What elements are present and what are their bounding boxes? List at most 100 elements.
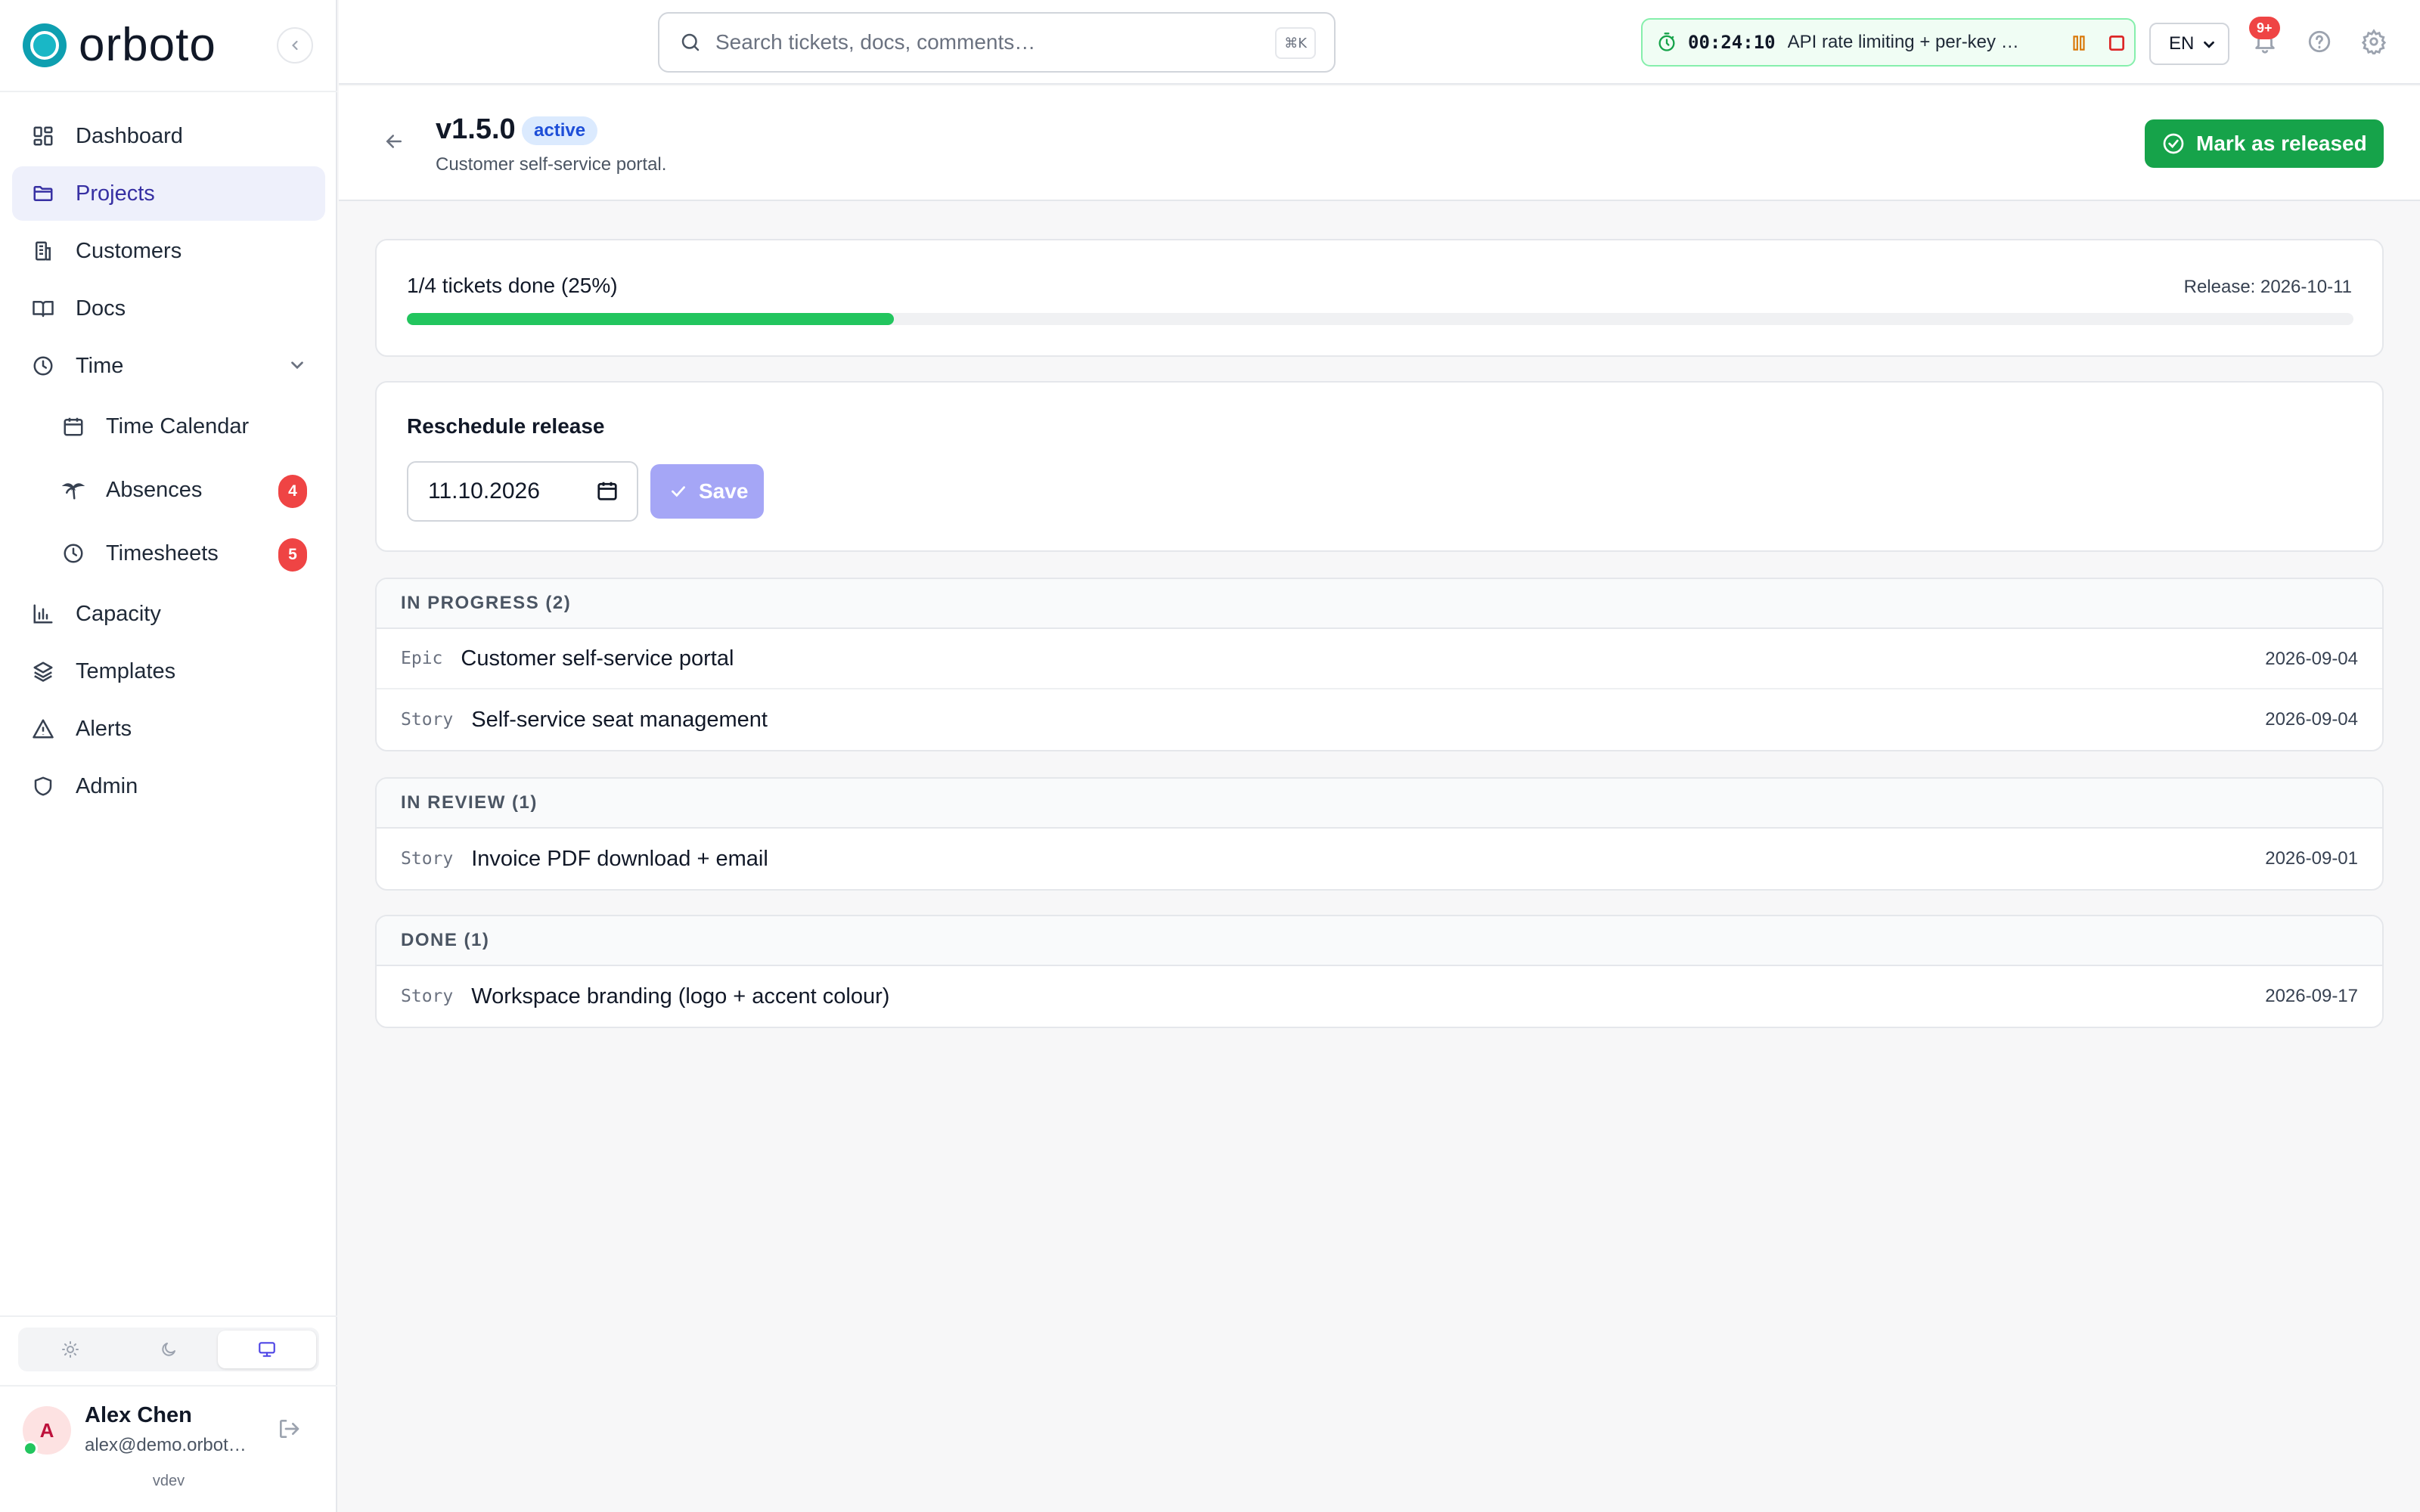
status-badge: active bbox=[522, 116, 598, 145]
ticket-name[interactable]: Self-service seat management bbox=[471, 708, 768, 733]
logo-mark-icon bbox=[23, 23, 67, 67]
shield-icon bbox=[30, 773, 56, 799]
online-status-indicator bbox=[23, 1441, 38, 1456]
timer-elapsed: 00:24:10 bbox=[1688, 32, 1776, 53]
language-select[interactable]: EN bbox=[2149, 23, 2229, 65]
mark-as-released-label: Mark as released bbox=[2196, 132, 2367, 155]
sidebar-item-label: Time Calendar bbox=[106, 414, 250, 438]
group-header: IN PROGRESS (2) bbox=[377, 579, 2382, 629]
ticket-name[interactable]: Workspace branding (logo + accent colour… bbox=[471, 984, 889, 1009]
stopwatch-icon bbox=[1658, 33, 1675, 51]
logout-button[interactable] bbox=[277, 1417, 301, 1445]
sidebar-item-label: Absences bbox=[106, 477, 203, 502]
moon-icon bbox=[162, 1343, 175, 1356]
settings-button[interactable] bbox=[2361, 29, 2387, 58]
app-name: orboto bbox=[79, 19, 216, 71]
ticket-group-in-progress: IN PROGRESS (2) Epic Customer self-servi… bbox=[375, 578, 2384, 751]
warning-icon bbox=[30, 716, 56, 742]
reschedule-card: Reschedule release 11.10.2026 Save bbox=[375, 381, 2384, 552]
ticket-row[interactable]: Story Self-service seat management 2026-… bbox=[377, 689, 2382, 750]
ticket-date: 2026-09-17 bbox=[2265, 986, 2358, 1006]
sidebar-item-dashboard[interactable]: Dashboard bbox=[12, 109, 325, 163]
sidebar-item-customers[interactable]: Customers bbox=[12, 224, 325, 278]
sidebar-item-alerts[interactable]: Alerts bbox=[12, 702, 325, 756]
divider bbox=[0, 1385, 337, 1387]
app-logo[interactable]: orboto bbox=[23, 19, 216, 71]
sidebar-item-docs[interactable]: Docs bbox=[12, 281, 325, 336]
save-label: Save bbox=[699, 479, 749, 503]
release-description: Customer self-service portal. bbox=[436, 154, 667, 175]
sidebar-item-label: Dashboard bbox=[76, 123, 183, 148]
release-date-value: 11.10.2026 bbox=[428, 479, 540, 503]
ticket-group-in-review: IN REVIEW (1) Story Invoice PDF download… bbox=[375, 777, 2384, 891]
user-email: alex@demo.orbot… bbox=[85, 1435, 247, 1455]
sidebar-item-label: Customers bbox=[76, 238, 182, 263]
book-icon bbox=[30, 296, 56, 321]
language-value: EN bbox=[2169, 33, 2195, 54]
sidebar-item-label: Projects bbox=[76, 181, 155, 206]
theme-switcher bbox=[18, 1328, 319, 1371]
sidebar-item-capacity[interactable]: Capacity bbox=[12, 587, 325, 641]
sidebar-item-time-calendar[interactable]: Time Calendar bbox=[12, 396, 325, 457]
divider bbox=[0, 91, 337, 92]
ticket-row[interactable]: Story Workspace branding (logo + accent … bbox=[377, 966, 2382, 1027]
dashboard-icon bbox=[30, 123, 56, 149]
timesheets-count-badge: 5 bbox=[278, 538, 307, 572]
release-date-input[interactable]: 11.10.2026 bbox=[407, 461, 638, 522]
ticket-group-done: DONE (1) Story Workspace branding (logo … bbox=[375, 915, 2384, 1028]
search-placeholder: Search tickets, docs, comments… bbox=[715, 30, 1036, 54]
search-input[interactable]: Search tickets, docs, comments… ⌘K bbox=[658, 12, 1336, 73]
user-profile: A Alex Chen alex@demo.orbot… bbox=[23, 1403, 318, 1464]
back-button[interactable] bbox=[383, 130, 405, 156]
theme-system-button[interactable] bbox=[218, 1331, 316, 1368]
sidebar-item-time[interactable]: Time bbox=[12, 339, 325, 393]
sidebar-item-label: Timesheets bbox=[106, 541, 219, 565]
sidebar-item-templates[interactable]: Templates bbox=[12, 644, 325, 699]
chevron-down-icon[interactable] bbox=[287, 355, 307, 375]
collapse-sidebar-button[interactable] bbox=[277, 27, 313, 64]
check-icon bbox=[672, 486, 685, 497]
ticket-type: Story bbox=[401, 849, 454, 869]
sidebar-item-label: Templates bbox=[76, 658, 176, 683]
theme-dark-button[interactable] bbox=[119, 1331, 218, 1368]
gear-icon bbox=[2361, 29, 2387, 57]
logout-icon bbox=[280, 1420, 299, 1438]
release-date: Release: 2026-10-11 bbox=[2183, 277, 2352, 297]
timer-task: API rate limiting + per-key … bbox=[1787, 32, 2019, 52]
divider bbox=[0, 1315, 337, 1317]
top-bar: Search tickets, docs, comments… ⌘K 00:24… bbox=[339, 0, 2420, 85]
ticket-name[interactable]: Invoice PDF download + email bbox=[471, 847, 768, 872]
mark-as-released-button[interactable]: Mark as released bbox=[2145, 119, 2384, 168]
ticket-row[interactable]: Epic Customer self-service portal 2026-0… bbox=[377, 629, 2382, 689]
sidebar-item-absences[interactable]: Absences 4 bbox=[12, 460, 325, 520]
palm-tree-icon bbox=[60, 477, 86, 503]
progress-summary: 1/4 tickets done (25%) bbox=[407, 274, 618, 297]
layers-icon bbox=[30, 658, 56, 684]
ticket-row[interactable]: Story Invoice PDF download + email 2026-… bbox=[377, 829, 2382, 889]
sidebar-item-admin[interactable]: Admin bbox=[12, 759, 325, 813]
sidebar: orboto Dashboard Projects Customers Docs… bbox=[0, 0, 337, 1512]
save-button[interactable]: Save bbox=[650, 464, 764, 519]
search-icon bbox=[681, 33, 700, 51]
ticket-date: 2026-09-04 bbox=[2265, 649, 2358, 669]
help-button[interactable] bbox=[2307, 29, 2332, 58]
user-name: Alex Chen bbox=[85, 1403, 192, 1427]
ticket-name[interactable]: Customer self-service portal bbox=[461, 646, 734, 671]
sun-icon bbox=[62, 1341, 79, 1358]
sidebar-item-timesheets[interactable]: Timesheets 5 bbox=[12, 523, 325, 584]
search-shortcut: ⌘K bbox=[1275, 27, 1316, 59]
ticket-type: Story bbox=[401, 987, 454, 1006]
check-circle-icon bbox=[2163, 133, 2184, 154]
sidebar-item-projects[interactable]: Projects bbox=[12, 166, 325, 221]
calendar-icon[interactable] bbox=[596, 479, 619, 502]
clock-icon bbox=[30, 353, 56, 379]
running-timer[interactable]: 00:24:10 API rate limiting + per-key … bbox=[1641, 18, 2136, 67]
arrow-left-icon bbox=[386, 135, 402, 148]
pause-icon[interactable] bbox=[2069, 33, 2089, 53]
sidebar-nav: Dashboard Projects Customers Docs Time T… bbox=[12, 109, 325, 816]
monitor-icon bbox=[259, 1342, 275, 1357]
building-icon bbox=[30, 238, 56, 264]
theme-light-button[interactable] bbox=[21, 1331, 119, 1368]
stop-icon[interactable] bbox=[2107, 33, 2127, 53]
calendar-icon bbox=[60, 414, 86, 439]
